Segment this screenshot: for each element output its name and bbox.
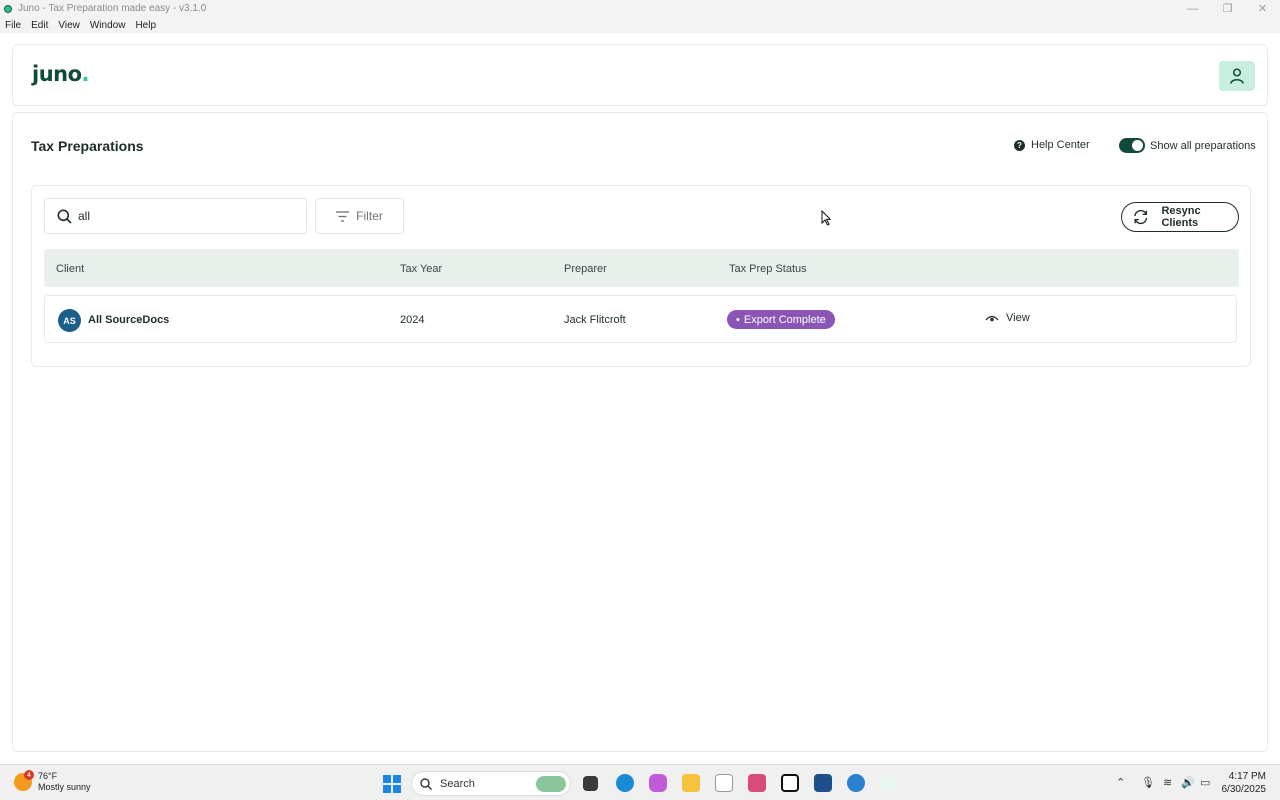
title-bar: Juno - Tax Preparation made easy - v3.1.… — [0, 0, 1280, 17]
weather-temp: 76°F — [38, 771, 58, 781]
page-title: Tax Preparations — [31, 138, 144, 154]
search-icon — [57, 209, 72, 224]
main-panel: Tax Preparations ? Help Center Show all … — [12, 112, 1268, 752]
menu-bar: File Edit View Window Help — [0, 17, 1280, 33]
search-value: all — [78, 209, 91, 223]
user-profile-button[interactable] — [1219, 61, 1255, 91]
resync-clients-button[interactable]: Resync Clients — [1121, 202, 1239, 232]
status-dot-icon: • — [736, 313, 740, 326]
preparer-name: Jack Flitcroft — [564, 314, 626, 326]
search-icon — [420, 777, 432, 790]
battery-icon[interactable]: ▭ — [1200, 776, 1210, 789]
wifi-icon[interactable]: ≋ — [1163, 776, 1172, 789]
taskbar-search-label: Search — [440, 777, 475, 790]
client-name[interactable]: All SourceDocs — [88, 314, 169, 326]
help-center-link[interactable]: ? Help Center — [1014, 139, 1090, 151]
app-w-icon[interactable] — [715, 774, 733, 792]
notion-icon[interactable] — [781, 774, 799, 792]
close-button[interactable]: ✕ — [1245, 0, 1280, 17]
edge-browser-icon[interactable] — [616, 774, 634, 792]
preparations-card: all Filter Resync Clients Client Tax Yea… — [31, 185, 1251, 367]
app-globe-icon[interactable] — [847, 774, 865, 792]
weather-sun-icon: 4 — [14, 770, 34, 791]
app-header: juno. — [12, 44, 1268, 106]
restore-button[interactable]: ❐ — [1210, 0, 1245, 17]
volume-icon[interactable]: 🔊 — [1181, 776, 1195, 789]
user-icon — [1230, 68, 1244, 84]
filter-label: Filter — [356, 209, 383, 223]
help-icon: ? — [1014, 139, 1025, 151]
taskbar: 4 76°F Mostly sunny Search ⌃ 🎙 ≋ 🔊 ▭ 4:1… — [0, 764, 1280, 800]
app-icon — [4, 4, 12, 13]
copilot-icon[interactable] — [649, 774, 667, 792]
table-header: Client Tax Year Preparer Tax Prep Status — [44, 249, 1239, 287]
juno-logo[interactable]: juno. — [32, 62, 90, 86]
help-center-label: Help Center — [1031, 139, 1090, 151]
mouse-cursor-icon — [821, 210, 831, 226]
clock-date: 6/30/2025 — [1221, 784, 1267, 795]
weather-widget[interactable]: 4 76°F Mostly sunny — [14, 770, 91, 793]
window-controls: — ❐ ✕ — [1175, 0, 1280, 17]
clock-time: 4:17 PM — [1228, 771, 1266, 782]
table-row[interactable]: AS All SourceDocs 2024 Jack Flitcroft • … — [44, 295, 1237, 343]
microphone-icon[interactable]: 🎙 — [1141, 776, 1155, 789]
minimize-button[interactable]: — — [1175, 0, 1210, 17]
status-badge: • Export Complete — [727, 310, 835, 329]
view-label: View — [1006, 312, 1030, 324]
filter-button[interactable]: Filter — [315, 198, 404, 234]
menu-view[interactable]: View — [58, 20, 80, 31]
eye-icon — [985, 315, 999, 321]
search-input[interactable]: all — [44, 198, 307, 234]
filter-icon — [336, 210, 350, 222]
windows-start-icon[interactable] — [383, 775, 401, 793]
notification-badge: 4 — [24, 770, 34, 780]
menu-window[interactable]: Window — [90, 20, 126, 31]
menu-file[interactable]: File — [5, 20, 21, 31]
juno-taskbar-icon[interactable] — [880, 774, 898, 792]
show-all-toggle[interactable] — [1119, 138, 1145, 153]
menu-help[interactable]: Help — [135, 20, 156, 31]
app-blue-icon[interactable] — [814, 774, 832, 792]
menu-edit[interactable]: Edit — [31, 20, 48, 31]
column-tax-prep-status[interactable]: Tax Prep Status — [729, 263, 807, 275]
status-label: Export Complete — [743, 313, 826, 326]
system-clock[interactable]: 4:17 PM 6/30/2025 — [1222, 770, 1267, 796]
show-all-toggle-group: Show all preparations — [1119, 138, 1256, 153]
window-title: Juno - Tax Preparation made easy - v3.1.… — [18, 3, 207, 14]
task-view-icon[interactable] — [583, 776, 598, 791]
refresh-icon — [1134, 209, 1148, 225]
search-highlight-icon — [536, 776, 566, 792]
taskbar-search[interactable]: Search — [411, 771, 571, 796]
view-button[interactable]: View — [985, 312, 1030, 324]
resync-label: Resync Clients — [1161, 205, 1201, 229]
toggle-knob — [1132, 140, 1143, 151]
show-all-label: Show all preparations — [1150, 139, 1256, 152]
column-preparer[interactable]: Preparer — [564, 263, 607, 275]
avatar: AS — [58, 309, 81, 332]
chevron-up-icon[interactable]: ⌃ — [1116, 776, 1125, 789]
tax-year: 2024 — [400, 314, 425, 326]
column-tax-year[interactable]: Tax Year — [400, 263, 442, 275]
app-pink-icon[interactable] — [748, 774, 766, 792]
file-explorer-icon[interactable] — [682, 774, 700, 792]
weather-desc: Mostly sunny — [38, 782, 91, 792]
column-client[interactable]: Client — [56, 263, 84, 275]
